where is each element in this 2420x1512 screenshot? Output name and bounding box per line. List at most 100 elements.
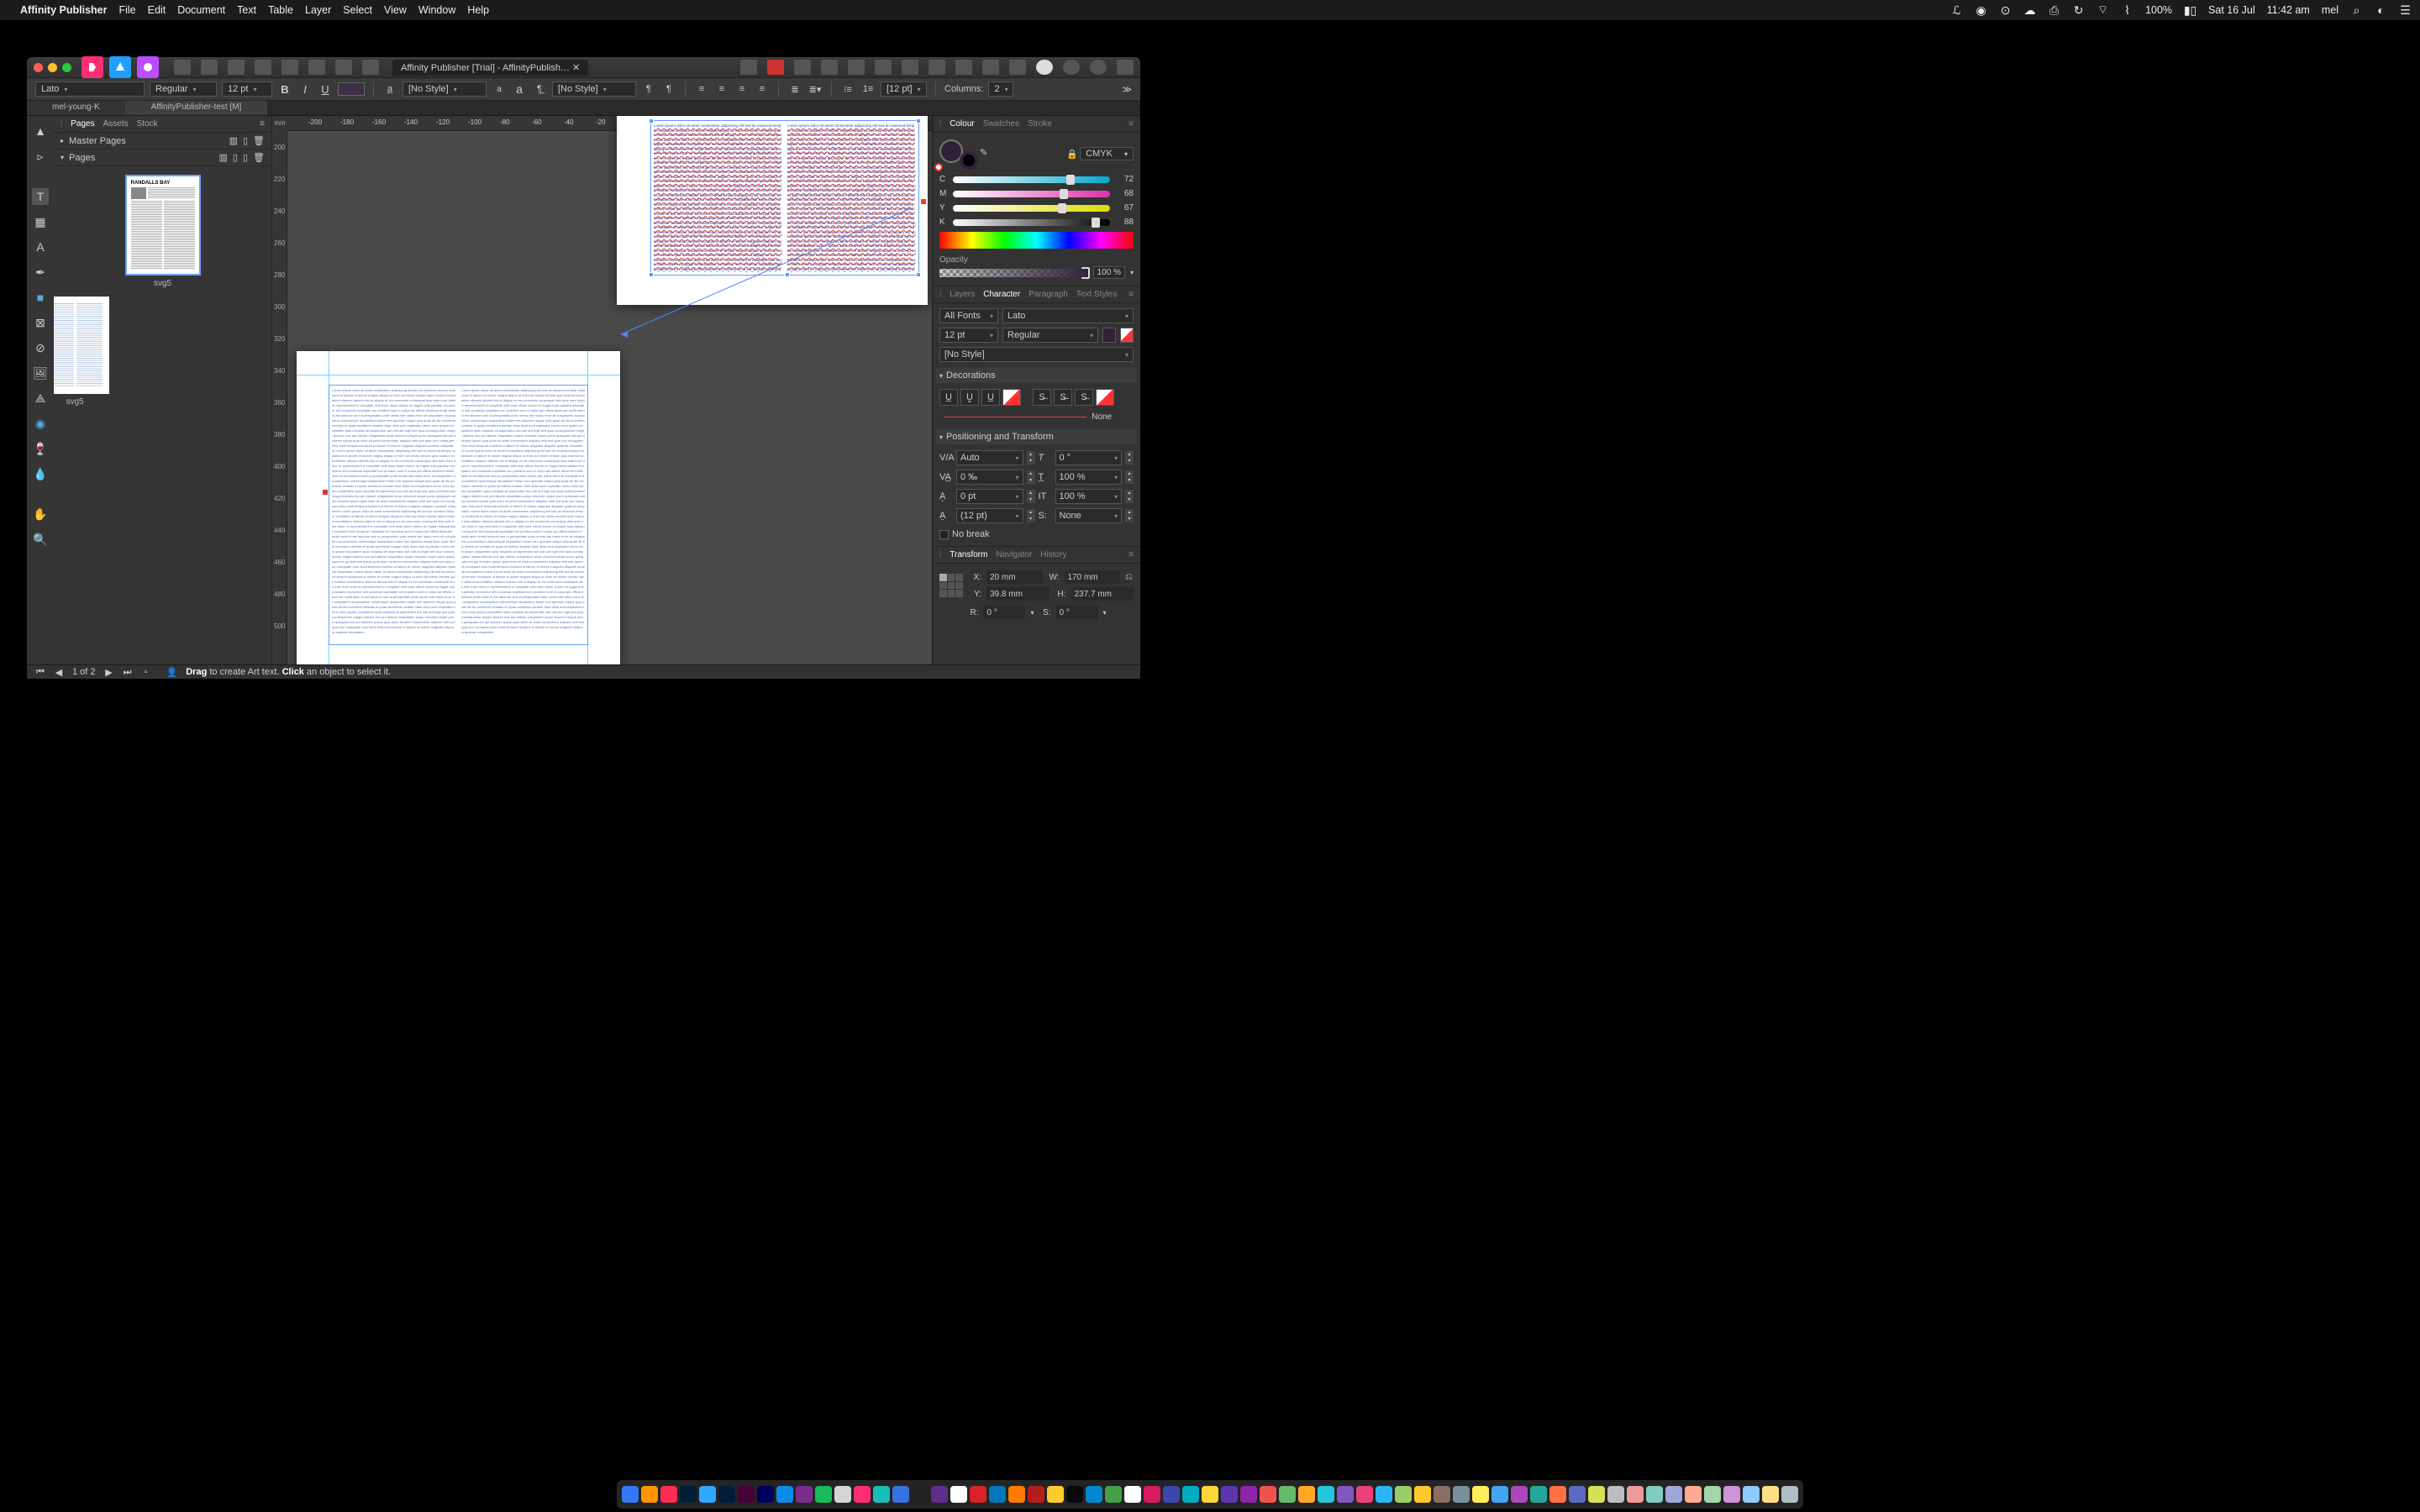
arrange-button[interactable] <box>794 60 811 75</box>
dock-app-icon[interactable] <box>1762 1486 1779 1503</box>
panel-button[interactable]: ▥ <box>229 135 238 146</box>
panel-button[interactable]: 🗑 <box>253 152 265 163</box>
dock-app-icon[interactable] <box>1240 1486 1257 1503</box>
snapping-button[interactable] <box>767 60 784 75</box>
canvas[interactable]: mm -200-180-160-140-120-100-80-60-40-200… <box>272 116 932 664</box>
none-swatch-icon[interactable] <box>933 161 944 173</box>
dock-app-icon[interactable] <box>1279 1486 1296 1503</box>
dock-app-icon[interactable] <box>680 1486 697 1503</box>
align-right-button[interactable]: ≡ <box>734 81 750 97</box>
flip-horizontal-button[interactable] <box>929 60 945 75</box>
dock-app-icon[interactable] <box>1472 1486 1489 1503</box>
dock-app-icon[interactable] <box>1298 1486 1315 1503</box>
menubar-user[interactable]: mel <box>2322 4 2338 16</box>
opacity-slider[interactable] <box>939 269 1088 277</box>
menu-text[interactable]: Text <box>237 4 256 16</box>
control-center-icon[interactable]: ☰ <box>2399 4 2412 17</box>
bold-button[interactable]: B <box>277 81 292 97</box>
dock-app-icon[interactable] <box>738 1486 755 1503</box>
window-close-button[interactable] <box>34 63 43 72</box>
font-size-select[interactable]: 12 pt <box>939 328 998 343</box>
dock-app-icon[interactable] <box>1414 1486 1431 1503</box>
menuextra-icon[interactable]: ℒ <box>1950 4 1963 17</box>
cyan-value[interactable]: 72 <box>1115 175 1134 184</box>
dock-app-icon[interactable] <box>1028 1486 1044 1503</box>
dock-app-icon[interactable] <box>1144 1486 1160 1503</box>
disclosure-triangle-icon[interactable]: ▾ <box>939 372 943 380</box>
menuextra-icon[interactable]: ⎙ <box>2048 4 2060 17</box>
dock-app-icon[interactable] <box>1395 1486 1412 1503</box>
app-name[interactable]: Affinity Publisher <box>20 4 107 16</box>
dock-app-icon[interactable] <box>873 1486 890 1503</box>
stepper[interactable]: ▴▾ <box>1125 509 1134 522</box>
place-image-tool[interactable]: 🖼︎ <box>32 365 49 381</box>
vector-crop-tool[interactable]: ⟁ <box>32 390 49 407</box>
tracking-input[interactable]: 0 ‰ <box>956 470 1023 485</box>
font-family-select[interactable]: Lato <box>35 81 145 97</box>
dock-app-icon[interactable] <box>912 1486 929 1503</box>
menuextra-icon[interactable]: ⊙ <box>1999 4 2012 17</box>
stepper[interactable]: ▴▾ <box>1125 470 1134 484</box>
cyan-slider[interactable] <box>953 176 1110 183</box>
yellow-slider[interactable] <box>953 205 1110 212</box>
baseline-input[interactable]: 0 pt <box>956 489 1023 504</box>
justify-button[interactable]: ≣▾ <box>808 81 823 97</box>
table-tool[interactable]: ▦ <box>32 213 49 230</box>
menu-edit[interactable]: Edit <box>148 4 166 16</box>
dock-app-icon[interactable] <box>950 1486 967 1503</box>
stroke-tab[interactable]: Stroke <box>1028 119 1052 129</box>
dock-app-icon[interactable] <box>1337 1486 1354 1503</box>
pilcrow-button[interactable]: ¶ <box>641 81 656 97</box>
eyedropper-icon[interactable]: ✎ <box>980 147 993 160</box>
stepper[interactable]: ▴▾ <box>1125 490 1134 503</box>
picture-frame-tool[interactable]: ⊠ <box>32 314 49 331</box>
black-value[interactable]: 88 <box>1115 218 1134 227</box>
rectangle-tool[interactable]: ■ <box>32 289 49 306</box>
navigator-tab[interactable]: Navigator <box>996 550 1032 559</box>
toolbar-button[interactable] <box>174 60 191 75</box>
leading-select[interactable]: [12 pt] <box>881 81 927 97</box>
transform-tab[interactable]: Transform <box>950 550 987 559</box>
dock-app-icon[interactable] <box>1260 1486 1276 1503</box>
dock-app-icon[interactable] <box>1549 1486 1566 1503</box>
character-tab[interactable]: Character <box>983 290 1020 299</box>
dock-app-icon[interactable] <box>854 1486 871 1503</box>
fill-tool[interactable]: ◉ <box>32 415 49 432</box>
menu-document[interactable]: Document <box>177 4 225 16</box>
dock-app-icon[interactable] <box>1781 1486 1798 1503</box>
cloud-icon[interactable]: ☁︎ <box>2023 4 2036 17</box>
dock-app-icon[interactable] <box>1491 1486 1508 1503</box>
kerning-input[interactable]: Auto <box>956 450 1023 465</box>
horizontal-scale-input[interactable]: 100 % <box>1055 470 1123 485</box>
dock-app-icon[interactable] <box>1723 1486 1740 1503</box>
colour-model-select[interactable]: CMYK <box>1080 147 1134 160</box>
magenta-value[interactable]: 68 <box>1115 189 1134 198</box>
spotlight-icon[interactable]: ⌕ <box>2350 4 2363 17</box>
paragraph-tab[interactable]: Paragraph <box>1028 290 1068 299</box>
dock-app-icon[interactable] <box>622 1486 639 1503</box>
rotate-button[interactable] <box>1009 60 1026 75</box>
align-left-button[interactable]: ≡ <box>694 81 709 97</box>
swatches-tab[interactable]: Swatches <box>983 119 1019 129</box>
history-tab[interactable]: History <box>1040 550 1066 559</box>
arrange-button[interactable] <box>821 60 838 75</box>
text-frame[interactable]: Lorem ipsum dolor sit amet consectetur a… <box>329 385 588 645</box>
prev-page-button[interactable]: ◀ <box>54 667 64 678</box>
dock-app-icon[interactable] <box>815 1486 832 1503</box>
panel-button[interactable]: ▯ <box>243 152 248 163</box>
strikethrough-button[interactable]: S̶ <box>1033 389 1051 406</box>
font-size-select[interactable]: 12 pt <box>222 81 272 97</box>
aspect-lock-icon[interactable]: ⎌ <box>1125 572 1134 583</box>
double-underline-button[interactable]: U̳ <box>960 389 979 406</box>
rotate-button[interactable] <box>982 60 999 75</box>
dock-app-icon[interactable] <box>699 1486 716 1503</box>
underline-colour-swatch[interactable] <box>1002 389 1021 406</box>
move-tool[interactable]: ▲ <box>32 123 49 139</box>
toolbar-button[interactable] <box>255 60 271 75</box>
underline-button[interactable]: U̲ <box>939 389 958 406</box>
frame-text-tool[interactable]: A <box>32 239 49 255</box>
paragraph-style-select[interactable]: [No Style] <box>552 81 636 97</box>
window-minimize-button[interactable] <box>48 63 57 72</box>
menu-view[interactable]: View <box>384 4 407 16</box>
preflight-button[interactable] <box>1036 60 1053 75</box>
